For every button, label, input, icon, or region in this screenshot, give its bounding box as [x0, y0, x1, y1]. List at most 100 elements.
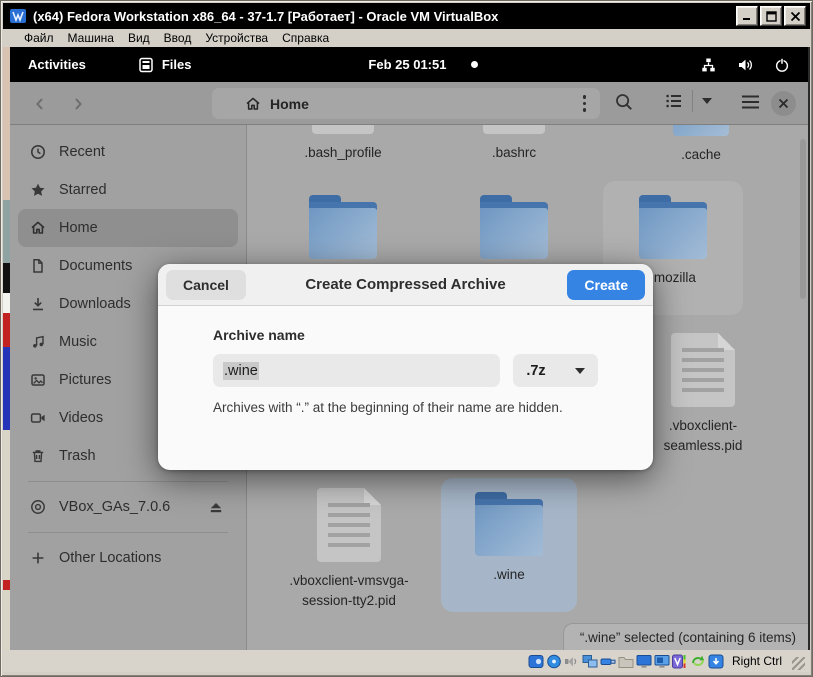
disc-icon: [31, 500, 45, 514]
display-icon[interactable]: [636, 654, 652, 669]
folder-icon: [673, 125, 729, 136]
sidebar-item-home[interactable]: Home: [18, 209, 238, 247]
file-item[interactable]: .cache: [631, 125, 771, 165]
window-close-button[interactable]: [771, 91, 796, 116]
back-button[interactable]: [27, 91, 53, 117]
minimize-button[interactable]: [736, 6, 758, 26]
focused-app-indicator[interactable]: Files: [138, 57, 191, 73]
window-title: (x64) Fedora Workstation x86_64 - 37-1.7…: [33, 8, 499, 24]
forward-button[interactable]: [65, 91, 91, 117]
forward-chevron-icon: [75, 98, 82, 110]
cancel-button[interactable]: Cancel: [166, 270, 246, 300]
archive-name-label: Archive name: [213, 327, 305, 343]
optical-disc-icon[interactable]: [546, 654, 562, 669]
breadcrumb: Home: [270, 95, 309, 112]
divider: [692, 90, 693, 112]
trash-icon: [32, 450, 44, 463]
sidebar-label: Downloads: [59, 296, 131, 312]
download-icon: [33, 298, 43, 311]
folder-icon: [309, 195, 377, 259]
recording-icon[interactable]: [654, 654, 670, 669]
file-item[interactable]: .vboxclient-seamless.pid: [633, 333, 773, 457]
clock[interactable]: Feb 25 01:51: [368, 57, 446, 72]
shared-folder-icon[interactable]: [618, 654, 634, 669]
format-value: .7z: [526, 362, 546, 379]
resize-grip[interactable]: [792, 656, 805, 670]
usb-icon[interactable]: [600, 654, 616, 669]
create-button[interactable]: Create: [567, 270, 645, 300]
power-icon[interactable]: [774, 57, 790, 73]
mouse-integration-icon[interactable]: [690, 654, 706, 669]
chevron-down-icon[interactable]: [702, 98, 712, 104]
document-icon: [33, 259, 43, 273]
location-pathbar[interactable]: Home: [212, 88, 600, 119]
sidebar-label: Home: [59, 220, 98, 236]
scrollbar[interactable]: [800, 139, 806, 299]
document-icon: [312, 125, 374, 134]
file-label: .bash_profile: [304, 145, 382, 160]
menu-input[interactable]: Ввод: [157, 31, 199, 45]
folder-icon: [480, 195, 548, 259]
selection-status-text: “.wine” selected (containing 6 items): [579, 629, 796, 645]
features-icon[interactable]: [671, 654, 688, 669]
archive-name-input[interactable]: .wine: [213, 354, 501, 387]
volume-icon[interactable]: [737, 57, 754, 73]
hard-disk-icon[interactable]: [528, 654, 544, 669]
path-menu-button[interactable]: [582, 95, 586, 112]
file-item[interactable]: .bashrc: [444, 125, 584, 163]
keyboard-icon[interactable]: [708, 654, 724, 669]
main-menu-button[interactable]: [741, 94, 760, 115]
dialog-header: Cancel Create Compressed Archive Create: [158, 264, 653, 306]
format-dropdown[interactable]: .7z: [513, 354, 598, 387]
hamburger-icon: [742, 95, 759, 109]
virtualbox-window: (x64) Fedora Workstation x86_64 - 37-1.7…: [0, 0, 813, 677]
sidebar-label: Music: [59, 334, 97, 350]
view-toggle[interactable]: [665, 90, 712, 112]
vbox-menubar: Файл Машина Вид Ввод Устройства Справка: [3, 29, 810, 47]
sidebar-label: Trash: [59, 448, 96, 464]
list-view-icon: [666, 94, 681, 108]
sidebar-label: Other Locations: [59, 550, 162, 566]
maximize-button[interactable]: [760, 6, 782, 26]
vbox-statusbar: Right Ctrl: [3, 650, 810, 672]
selection-status-bar: “.wine” selected (containing 6 items): [562, 623, 808, 650]
wired-network-icon[interactable]: [700, 57, 717, 73]
file-item[interactable]: .bash_profile: [273, 125, 413, 163]
dialog-title: Create Compressed Archive: [305, 276, 506, 293]
close-button[interactable]: [784, 6, 806, 26]
search-icon: [616, 94, 632, 110]
star-icon: [31, 183, 45, 196]
maximize-icon: [765, 10, 777, 22]
host-key-label: Right Ctrl: [731, 654, 782, 668]
menu-help[interactable]: Справка: [275, 31, 336, 45]
file-item[interactable]: [273, 195, 413, 259]
video-icon: [30, 413, 45, 423]
sidebar-item-other-locations[interactable]: Other Locations: [18, 539, 238, 577]
document-icon: [671, 333, 735, 407]
menu-machine[interactable]: Машина: [61, 31, 121, 45]
chevron-down-icon: [575, 367, 585, 374]
close-icon: [778, 98, 789, 109]
file-item-selected[interactable]: .wine: [441, 478, 577, 612]
menu-view[interactable]: Вид: [121, 31, 157, 45]
virtualbox-app-icon: [10, 9, 26, 23]
sidebar-label: VBox_GAs_7.0.6: [59, 499, 171, 515]
files-headerbar: Home: [10, 82, 808, 125]
sidebar-item-vbox-gas[interactable]: VBox_GAs_7.0.6: [18, 488, 238, 526]
search-button[interactable]: [614, 92, 634, 117]
eject-icon[interactable]: [208, 499, 224, 515]
sidebar-item-recent[interactable]: Recent: [18, 133, 238, 171]
file-item[interactable]: .vboxclient-vmsvga-session-tty2.pid: [279, 488, 419, 612]
file-item[interactable]: [444, 195, 584, 259]
titlebar: (x64) Fedora Workstation x86_64 - 37-1.7…: [3, 3, 810, 29]
menu-file[interactable]: Файл: [17, 31, 61, 45]
sidebar-item-starred[interactable]: Starred: [18, 171, 238, 209]
home-icon: [31, 221, 45, 234]
host-desktop-sliver: [3, 47, 10, 650]
menu-devices[interactable]: Устройства: [198, 31, 275, 45]
network-icon[interactable]: [582, 654, 598, 669]
sidebar-label: Videos: [59, 410, 104, 426]
audio-icon[interactable]: [564, 654, 580, 669]
music-icon: [33, 335, 44, 348]
activities-button[interactable]: Activities: [28, 57, 86, 72]
